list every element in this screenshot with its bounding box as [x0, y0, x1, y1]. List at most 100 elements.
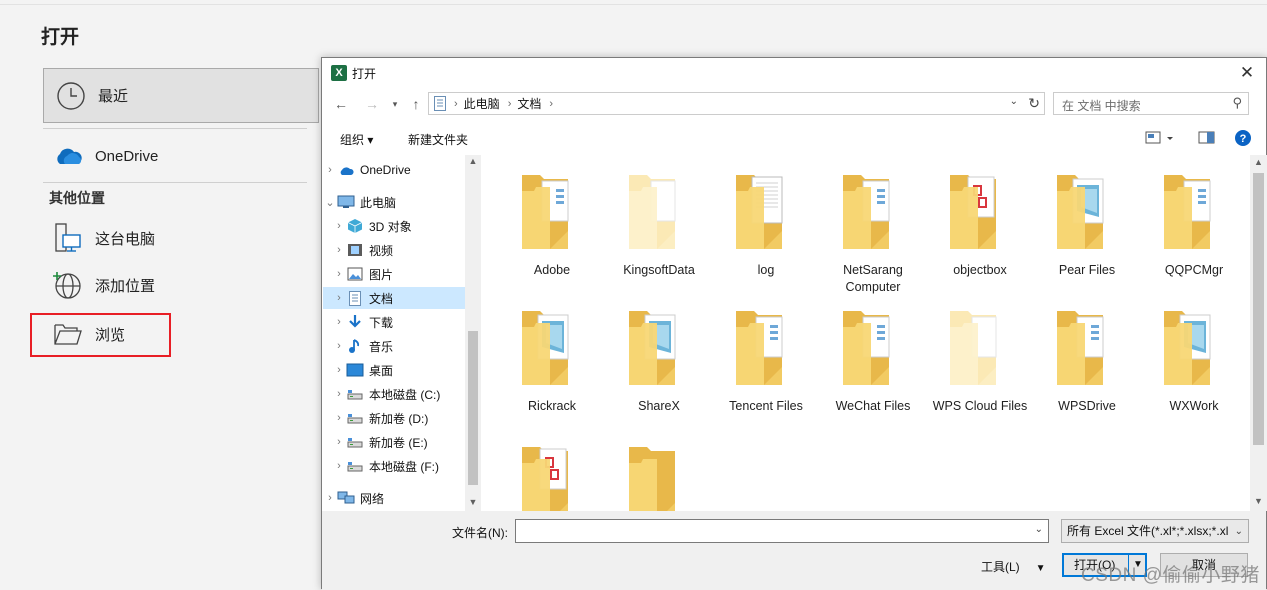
tree-item[interactable]: › 音乐	[323, 335, 465, 357]
expand-chevron-icon[interactable]: ›	[332, 292, 346, 304]
close-button[interactable]: ✕	[1234, 61, 1260, 85]
expand-chevron-icon[interactable]: ⌄	[323, 196, 337, 209]
folder-item[interactable]: Rickrack	[502, 307, 602, 415]
file-type-select[interactable]: 所有 Excel 文件(*.xl*;*.xlsx;*.xl ⌄	[1061, 519, 1249, 543]
folder-item[interactable]: WPSDrive	[1037, 307, 1137, 415]
help-icon[interactable]: ?	[1234, 129, 1252, 150]
drive-icon	[346, 386, 364, 402]
folder-icon	[823, 307, 923, 394]
expand-chevron-icon[interactable]: ›	[332, 388, 346, 400]
tree-item-label: 网络	[360, 491, 385, 506]
chevron-down-icon[interactable]: ⌄	[1235, 521, 1243, 542]
drive-icon	[346, 410, 364, 426]
address-dropdown-icon[interactable]: ⌄	[1010, 96, 1018, 107]
tree-item[interactable]: › OneDrive	[323, 159, 465, 181]
other-locations-heading: 其他位置	[49, 190, 105, 206]
onedrive-button[interactable]: OneDrive	[43, 133, 319, 179]
expand-chevron-icon[interactable]: ›	[332, 460, 346, 472]
tree-item[interactable]: › 文档	[323, 287, 465, 309]
scroll-up-icon[interactable]: ▲	[465, 156, 481, 166]
expand-chevron-icon[interactable]: ›	[332, 364, 346, 376]
folder-item[interactable]: QQPCMgr	[1144, 171, 1244, 279]
folder-item[interactable]: KingsoftData	[609, 171, 709, 279]
tree-item[interactable]: › 本地磁盘 (C:)	[323, 383, 465, 405]
folder-item[interactable]: Tencent Files	[716, 307, 816, 415]
dialog-titlebar: X 打开 ✕	[322, 58, 1266, 88]
folder-item[interactable]: Pear Files	[1037, 171, 1137, 279]
onedrive-label: OneDrive	[95, 147, 159, 165]
nav-scroll-thumb[interactable]	[468, 331, 478, 485]
organize-button[interactable]: 组织 ▾	[340, 131, 373, 148]
expand-chevron-icon[interactable]: ›	[332, 412, 346, 424]
tree-item[interactable]: › 网络	[323, 487, 465, 509]
tree-item[interactable]: › 视频	[323, 239, 465, 261]
recent-button[interactable]: 最近	[43, 68, 319, 123]
file-list-scrollbar[interactable]: ▲ ▼	[1250, 155, 1267, 511]
tree-item[interactable]: › 3D 对象	[323, 215, 465, 237]
folder-item[interactable]: WPS Cloud Files	[930, 307, 1030, 415]
expand-chevron-icon[interactable]: ›	[332, 340, 346, 352]
address-bar[interactable]: › 此电脑 › 文档 › ⌄ ↻	[428, 92, 1045, 115]
folder-icon	[1144, 171, 1244, 258]
filename-input[interactable]: ⌄	[515, 519, 1049, 543]
scroll-up-icon[interactable]: ▲	[1250, 157, 1267, 167]
clock-icon	[50, 81, 92, 111]
refresh-icon[interactable]: ↻	[1028, 95, 1040, 112]
folder-item[interactable]: NetSarang Computer	[823, 171, 923, 296]
cube-icon	[346, 218, 364, 234]
folder-item[interactable]: Adobe	[502, 171, 602, 279]
folder-item[interactable]	[609, 443, 709, 511]
expand-chevron-icon[interactable]: ›	[332, 220, 346, 232]
folder-item[interactable]: objectbox	[930, 171, 1030, 279]
chevron-down-icon[interactable]: ⌄	[1035, 524, 1043, 535]
new-folder-button[interactable]: 新建文件夹	[408, 131, 468, 148]
page-title: 打开	[41, 27, 80, 48]
tree-item[interactable]: › 桌面	[323, 359, 465, 381]
tree-item-label: 文档	[369, 291, 394, 306]
forward-arrow-icon[interactable]: →	[362, 94, 382, 114]
breadcrumb-this-pc[interactable]: 此电脑	[464, 95, 500, 112]
expand-chevron-icon[interactable]: ›	[323, 492, 337, 504]
add-place-label: 添加位置	[95, 277, 156, 295]
folder-item[interactable]: WXWork	[1144, 307, 1244, 415]
scroll-down-icon[interactable]: ▼	[465, 497, 481, 507]
tree-item[interactable]: › 新加卷 (E:)	[323, 431, 465, 453]
excel-icon: X	[331, 65, 347, 81]
desktop-icon	[346, 362, 364, 378]
tree-item[interactable]: › 本地磁盘 (F:)	[323, 455, 465, 477]
add-place-button[interactable]: 添加位置	[43, 262, 319, 308]
up-arrow-icon[interactable]: ↑	[406, 94, 426, 114]
folder-name: ShareX	[638, 399, 680, 413]
tree-item[interactable]: › 下载	[323, 311, 465, 333]
this-pc-button[interactable]: 这台电脑	[43, 215, 319, 261]
back-arrow-icon[interactable]: ←	[331, 94, 351, 114]
folder-item[interactable]	[502, 443, 602, 511]
tools-label: 工具(L)	[981, 560, 1020, 574]
expand-chevron-icon[interactable]: ›	[332, 244, 346, 256]
breadcrumb-documents[interactable]: 文档	[517, 95, 541, 112]
dropdown-arrow-icon: ▼	[1035, 563, 1046, 574]
expand-chevron-icon[interactable]: ›	[332, 436, 346, 448]
computer-icon	[47, 222, 89, 254]
scroll-down-icon[interactable]: ▼	[1250, 496, 1267, 506]
preview-pane-icon[interactable]	[1198, 129, 1216, 150]
tree-item-label: 此电脑	[360, 195, 397, 210]
expand-chevron-icon[interactable]: ›	[332, 268, 346, 280]
nav-scrollbar[interactable]: ▲ ▼	[465, 155, 481, 511]
folder-item[interactable]: log	[716, 171, 816, 279]
folder-name: WeChat Files	[835, 399, 911, 413]
view-options-icon[interactable]	[1145, 129, 1175, 150]
folder-item[interactable]: WeChat Files	[823, 307, 923, 415]
file-list-scroll-thumb[interactable]	[1253, 173, 1264, 445]
tree-item[interactable]: › 图片	[323, 263, 465, 285]
recent-locations-chevron-icon[interactable]: ▾	[385, 94, 405, 114]
expand-chevron-icon[interactable]: ›	[323, 164, 337, 176]
tools-menu-button[interactable]: 工具(L) ▼	[981, 558, 1046, 575]
tree-item[interactable]: ⌄ 此电脑	[323, 191, 465, 213]
folder-name: Adobe	[533, 263, 571, 277]
folder-item[interactable]: ShareX	[609, 307, 709, 415]
search-input[interactable]: 在 文档 中搜索 ⚲	[1053, 92, 1249, 115]
search-placeholder: 在 文档 中搜索	[1062, 99, 1141, 113]
tree-item[interactable]: › 新加卷 (D:)	[323, 407, 465, 429]
expand-chevron-icon[interactable]: ›	[332, 316, 346, 328]
